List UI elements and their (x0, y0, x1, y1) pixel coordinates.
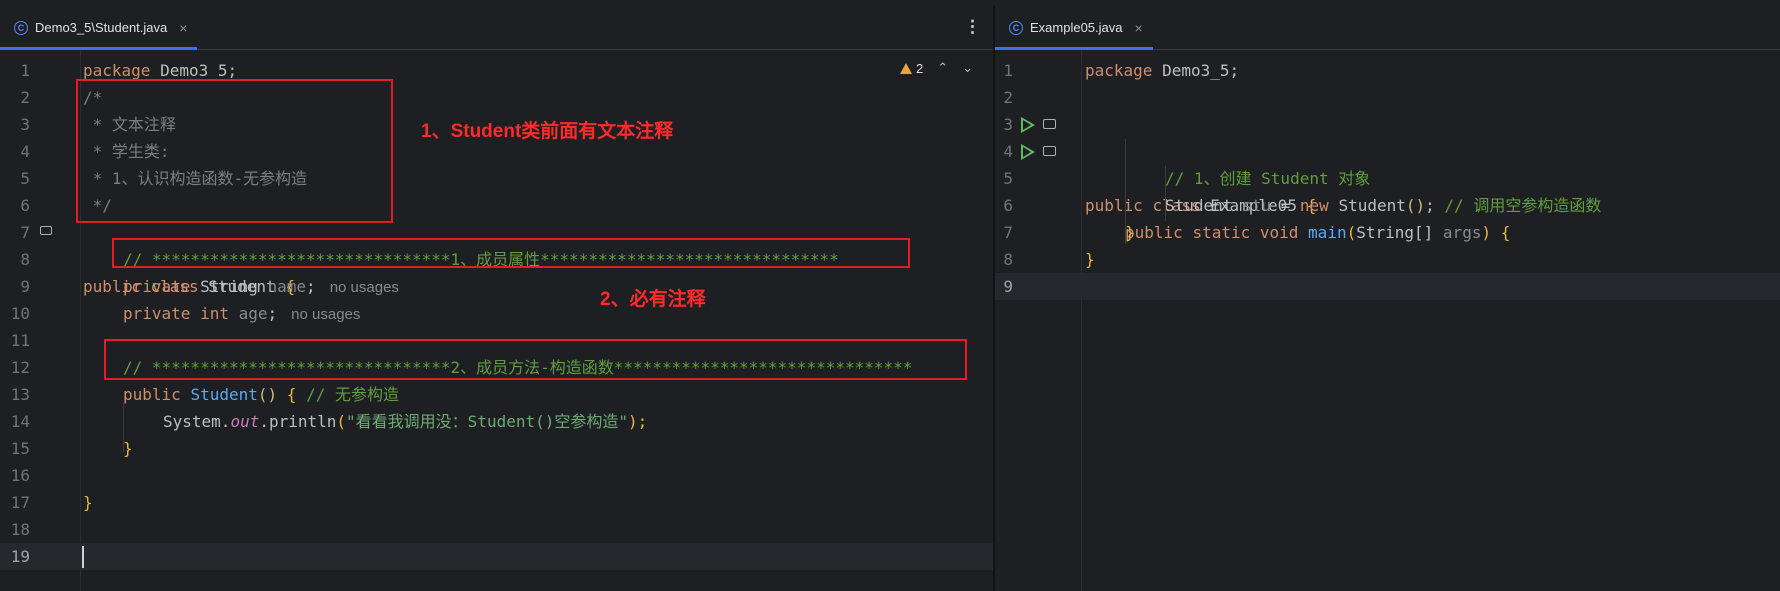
line-number: 4 (1003, 142, 1013, 161)
indent-guide (1165, 166, 1166, 221)
code-line: 1 package Demo3_5; (995, 57, 1780, 84)
line-number: 5 (1003, 169, 1013, 188)
code-line: 2 (995, 84, 1780, 111)
code-line: 8} (995, 246, 1780, 273)
code-line: 5 // 1、创建 Student 对象 (995, 165, 1780, 192)
code-line: 15} (0, 435, 993, 462)
code-line: 13 public Student() { // 无参构造 (0, 381, 993, 408)
field-name: age (238, 304, 268, 323)
close-icon[interactable]: × (1135, 20, 1143, 36)
tab-student-java[interactable]: C Demo3_5\Student.java × (0, 6, 198, 50)
line-number: 2 (20, 88, 30, 107)
line-number: 11 (10, 331, 30, 350)
code-line: 14 System.out.println("看看我调用没：Student()空参… (0, 408, 993, 435)
usage-hint: no usages (329, 279, 399, 296)
package-name: Demo3_5; (150, 61, 238, 80)
line-number: 12 (10, 358, 30, 377)
annotation-text-1: 1、Student类前面有文本注释 (421, 121, 674, 142)
implemented-icon[interactable] (40, 226, 52, 235)
line-number: 6 (20, 196, 30, 215)
line-number: 3 (20, 115, 30, 134)
code-line: 7} (995, 219, 1780, 246)
code-line: 6 Student stu = new Student(); // 调用空参构造函… (995, 192, 1780, 219)
implemented-icon[interactable] (1043, 119, 1056, 129)
code-line: 17} (0, 489, 993, 516)
field-name: name (267, 277, 307, 296)
line-number: 9 (1003, 277, 1013, 296)
line-number: 7 (1003, 223, 1013, 242)
current-line: 9 (995, 273, 1780, 300)
annotation-box-attributes-comment (112, 238, 910, 268)
text-caret (82, 546, 84, 568)
line-number: 19 (10, 547, 30, 566)
code-line: 3 public class Example05 { (995, 111, 1780, 215)
code-line: 18 (0, 516, 993, 543)
line-number: 16 (10, 466, 30, 485)
editor-pane-example05: C Example05.java × 1 package Demo3_5; 2 3… (995, 6, 1780, 591)
line-number: 8 (1003, 250, 1013, 269)
code-line: 16 (0, 462, 993, 489)
tab-label: Demo3_5\Student.java (35, 20, 168, 35)
line-number: 7 (20, 223, 30, 242)
line-number: 10 (10, 304, 30, 323)
line-number: 18 (10, 520, 30, 539)
constructor-name: Student (190, 385, 258, 404)
code-line: 4 public static void main(String[] args)… (995, 138, 1780, 242)
run-icon[interactable] (1021, 144, 1035, 160)
line-comment: // 无参构造 (306, 385, 399, 404)
line-number: 1 (20, 61, 30, 80)
line-number: 6 (1003, 196, 1013, 215)
line-number: 2 (1003, 88, 1013, 107)
annotation-box-block-comment (76, 79, 393, 223)
annotation-box-methods-comment (104, 339, 967, 380)
keyword: package (83, 61, 151, 80)
string-literal: "看看我调用没：Student()空参构造" (346, 412, 629, 431)
line-number: 15 (10, 439, 30, 458)
left-tab-bar: C Demo3_5\Student.java × ⋮ (0, 6, 993, 50)
line-number: 1 (1003, 61, 1013, 80)
more-options-icon[interactable]: ⋮ (964, 18, 981, 35)
code-line: 10 private int age; no usages (0, 300, 993, 327)
usage-hint: no usages (291, 306, 361, 323)
class-icon: C (14, 20, 28, 35)
line-comment: // 调用空参构造函数 (1444, 196, 1602, 215)
tab-label: Example05.java (1030, 20, 1123, 35)
line-number: 13 (10, 385, 30, 404)
tab-example05-java[interactable]: C Example05.java × (995, 6, 1153, 50)
right-tab-bar: C Example05.java × (995, 6, 1780, 50)
editor-pane-student: C Demo3_5\Student.java × ⋮ 2 ⌃ ⌄ 1 packag… (0, 6, 993, 591)
line-comment: // 1、创建 Student 对象 (1165, 169, 1371, 188)
line-number: 17 (10, 493, 30, 512)
line-number: 5 (20, 169, 30, 188)
close-icon[interactable]: × (179, 20, 187, 36)
annotation-text-2: 2、必有注释 (600, 289, 706, 310)
class-icon: C (1009, 20, 1023, 35)
line-number: 14 (10, 412, 30, 431)
line-number: 8 (20, 250, 30, 269)
indent-guide (123, 403, 124, 453)
current-line: 19 (0, 543, 993, 570)
line-number: 9 (20, 277, 30, 296)
indent-guide (1125, 139, 1126, 244)
implemented-icon[interactable] (1043, 146, 1056, 156)
run-icon[interactable] (1021, 117, 1035, 133)
line-number: 4 (20, 142, 30, 161)
line-number: 3 (1003, 115, 1013, 134)
code-line: 9 private String name; no usages (0, 273, 993, 300)
code-editor[interactable]: 1 package Demo3_5; 2 3 public class Examp… (995, 57, 1780, 300)
